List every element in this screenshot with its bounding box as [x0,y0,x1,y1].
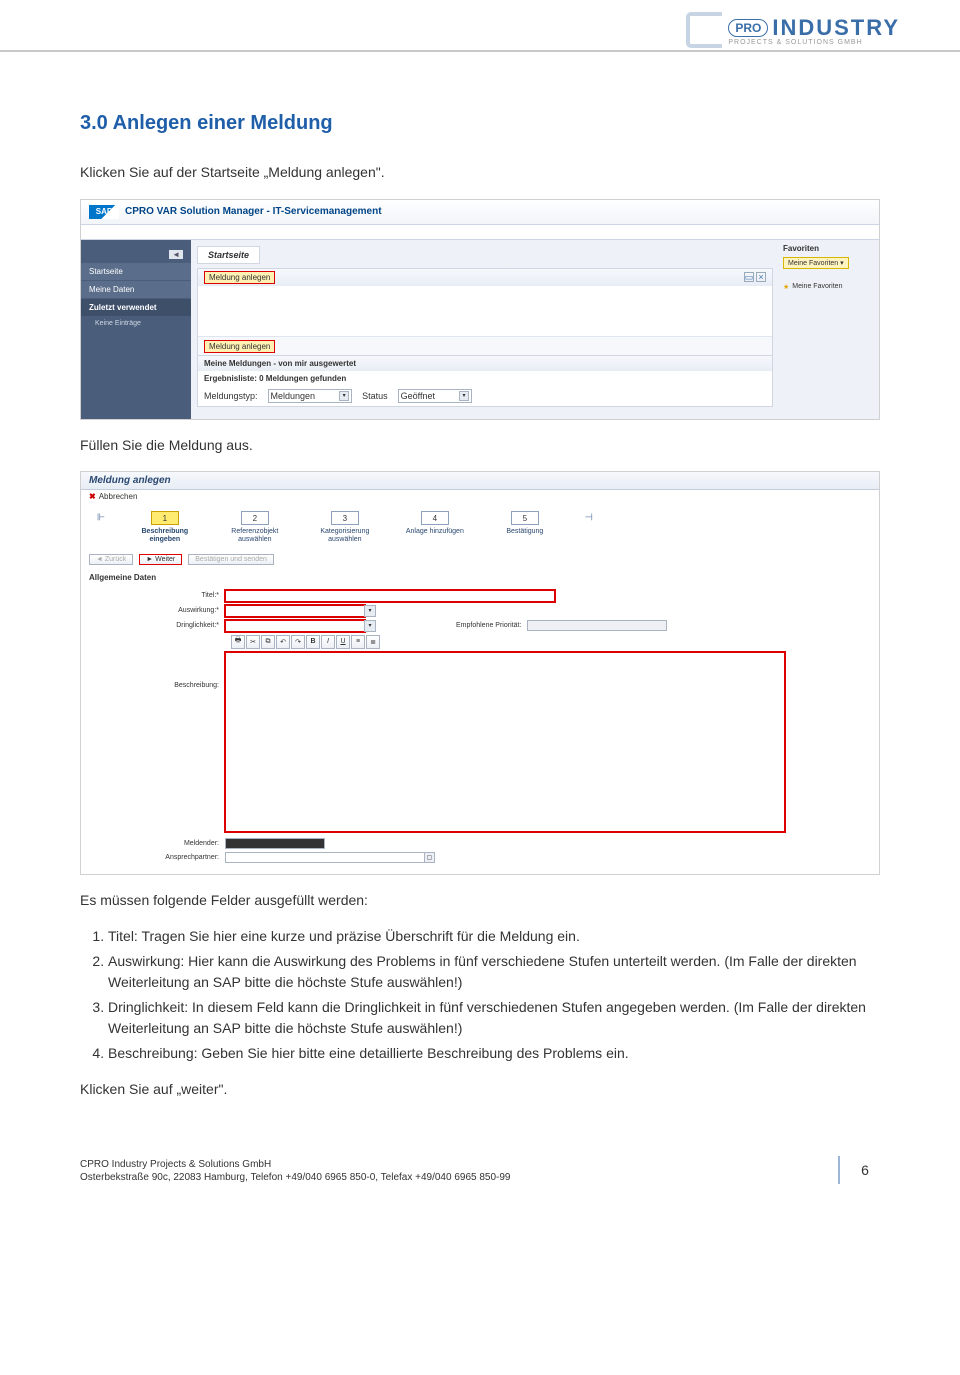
sidebar-header-zuletzt: Zuletzt verwendet [81,299,191,316]
intro-paragraph: Klicken Sie auf der Startseite „Meldung … [80,163,880,183]
collapse-icon[interactable]: ◄ [169,250,183,259]
logo-pro-text: PRO [728,19,768,37]
print-icon[interactable]: 🖶 [231,635,245,649]
meldungstyp-select[interactable]: Meldungen▾ [268,389,353,403]
app-title: CPRO VAR Solution Manager - IT-Servicema… [125,206,382,217]
underline-icon[interactable]: U [336,635,350,649]
sidebar-item-meine-daten[interactable]: Meine Daten [81,281,191,298]
copy-icon[interactable]: ⧉ [261,635,275,649]
meldung-anlegen-link-header[interactable]: Meldung anlegen [204,271,275,284]
logo-bracket-icon [686,12,722,48]
section-heading: 3.0 Anlegen einer Meldung [80,112,880,135]
list-intro-paragraph: Es müssen folgende Felder ausgefüllt wer… [80,891,880,911]
page-number: 6 [850,1156,880,1184]
list-item: Auswirkung: Hier kann die Auswirkung des… [108,951,880,993]
italic-icon[interactable]: I [321,635,335,649]
logo-main-text: INDUSTRY [772,15,900,41]
zurueck-button[interactable]: ◄ Zurück [89,554,133,565]
auswirkung-label: Auswirkung:* [91,607,225,614]
step-start-icon: ⊩ [97,512,105,523]
screenshot-meldung-anlegen: Meldung anlegen ✖Abbrechen ⊩ 1Beschreibu… [80,471,880,874]
auswirkung-select[interactable] [225,605,365,617]
closing-paragraph: Klicken Sie auf „weiter". [80,1080,880,1100]
ergebnisliste-label: Ergebnisliste: 0 Meldungen gefunden [198,371,772,386]
meldender-label: Meldender: [91,840,225,847]
footer-address: Osterbekstraße 90c, 22083 Hamburg, Telef… [80,1171,828,1184]
wizard-step-2[interactable]: 2Referenzobjekt auswählen [225,511,285,543]
wizard-step-1[interactable]: 1Beschreibung eingeben [135,511,195,543]
page-footer: CPRO Industry Projects & Solutions GmbH … [0,1156,960,1214]
list-item: Dringlichkeit: In diesem Feld kann die D… [108,997,880,1039]
dringlichkeit-select[interactable] [225,620,365,632]
value-help-icon[interactable]: ▢ [424,852,435,863]
align-left-icon[interactable]: ≡ [351,635,365,649]
tab-startseite[interactable]: Startseite [197,246,260,264]
favorites-panel: Favoriten Meine Favoriten ▾ ★Meine Favor… [779,240,879,419]
empfohlene-prio-display [527,620,667,631]
dropdown-arrow-icon: ▾ [364,605,376,617]
footer-company: CPRO Industry Projects & Solutions GmbH [80,1158,828,1171]
meine-favoriten-link[interactable]: ★Meine Favoriten [783,283,875,291]
meine-favoriten-button[interactable]: Meine Favoriten ▾ [783,257,849,269]
sidebar: ◄ Startseite Meine Daten Zuletzt verwend… [81,240,191,419]
meldender-input[interactable] [225,838,325,849]
cut-icon[interactable]: ✂ [246,635,260,649]
abbrechen-button[interactable]: Abbrechen [99,492,138,501]
dringlichkeit-label: Dringlichkeit:* [91,622,225,629]
list-item: Titel: Tragen Sie hier eine kurze und pr… [108,926,880,947]
screenshot-startseite: SAP CPRO VAR Solution Manager - IT-Servi… [80,199,880,420]
titel-input[interactable] [225,590,555,602]
status-select[interactable]: Geöffnet▾ [398,389,472,403]
status-label: Status [362,391,388,401]
sap-window-header: SAP CPRO VAR Solution Manager - IT-Servi… [81,200,879,225]
ansprechpartner-input[interactable] [225,852,425,863]
close-icon: ✖ [89,492,96,501]
bold-icon[interactable]: B [306,635,320,649]
weiter-button[interactable]: ► Weiter [139,554,182,565]
wizard-step-3[interactable]: 3Kategorisierung auswählen [315,511,375,543]
field-list: Titel: Tragen Sie hier eine kurze und pr… [108,926,880,1064]
between-paragraph: Füllen Sie die Meldung aus. [80,436,880,456]
allgemeine-daten-heading: Allgemeine Daten [81,567,879,588]
bestatigen-button[interactable]: Bestätigen und senden [188,554,274,565]
window-controls-icon[interactable]: ▭× [744,272,766,282]
sap-subheader [81,225,879,240]
beschreibung-textarea[interactable] [225,652,785,832]
align-center-icon[interactable]: ≣ [366,635,380,649]
dropdown-arrow-icon: ▾ [364,620,376,632]
wizard-step-4[interactable]: 4Anlage hinzufügen [405,511,465,536]
wizard-step-5[interactable]: 5Bestätigung [495,511,555,536]
sidebar-item-startseite[interactable]: Startseite [81,263,191,280]
step-end-icon: ⊣ [585,512,593,523]
meldungstyp-label: Meldungstyp: [204,391,258,401]
sap-logo-icon: SAP [89,205,119,219]
ansprechpartner-label: Ansprechpartner: [91,854,225,861]
meldung-anlegen-button[interactable]: Meldung anlegen [204,340,275,353]
sidebar-item-keine-eintraege: Keine Einträge [81,316,191,331]
star-icon: ★ [783,283,789,291]
dropdown-arrow-icon: ▾ [339,391,349,401]
dropdown-arrow-icon: ▾ [459,391,469,401]
undo-icon[interactable]: ↶ [276,635,290,649]
favorites-heading: Favoriten [783,244,875,253]
beschreibung-label: Beschreibung: [91,652,225,689]
form-title: Meldung anlegen [81,472,879,490]
meine-meldungen-header: Meine Meldungen - von mir ausgewertet [198,355,772,371]
main-panel: Startseite Meldung anlegen ▭× Meldung an… [191,240,779,419]
redo-icon[interactable]: ↷ [291,635,305,649]
titel-label: Titel:* [91,592,225,599]
wizard-steps: ⊩ 1Beschreibung eingeben 2Referenzobjekt… [81,503,879,551]
footer-divider [838,1156,840,1184]
company-logo: PRO INDUSTRY PROJECTS & SOLUTIONS GMBH [686,12,900,48]
empfohlene-prio-label: Empfohlene Priorität: [456,622,521,629]
richtext-toolbar: 🖶 ✂ ⧉ ↶ ↷ B I U ≡ ≣ [231,635,869,649]
list-item: Beschreibung: Geben Sie hier bitte eine … [108,1043,880,1064]
